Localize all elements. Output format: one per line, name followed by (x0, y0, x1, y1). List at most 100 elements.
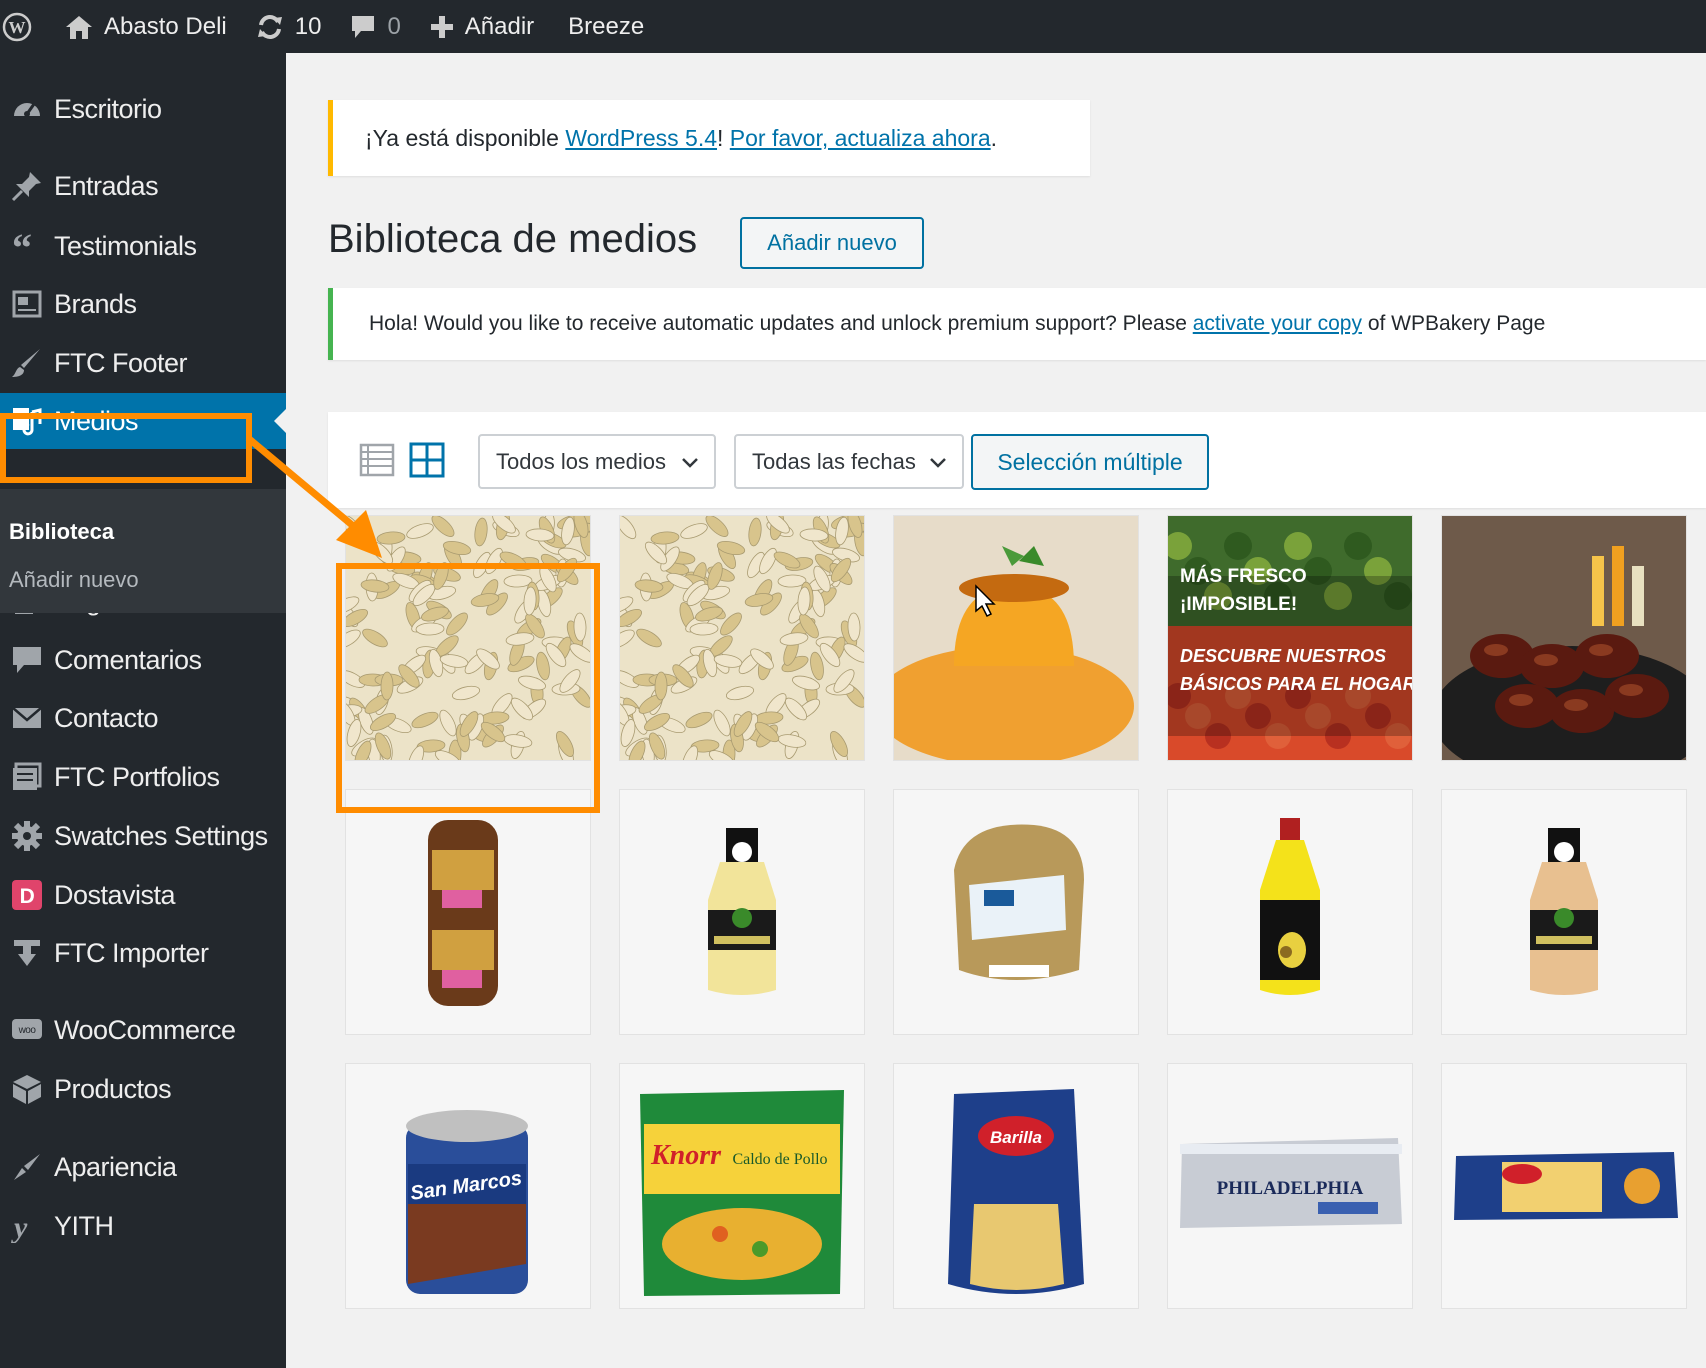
knorr-logo-text: Knorr (650, 1140, 722, 1171)
sidebar-item-label: Productos (54, 1073, 172, 1104)
media-thumbnail-oil-bottle[interactable] (1168, 790, 1412, 1034)
sidebar-item-contacto[interactable]: Contacto (0, 690, 286, 746)
banner-text-line: ¡IMPOSIBLE! (1180, 594, 1297, 615)
sidebar-item-label: Dostavista (54, 879, 176, 910)
wpbakery-notice: Hola! Would you like to receive automati… (328, 288, 1706, 360)
media-icon (0, 404, 54, 438)
grid-view-icon[interactable] (408, 441, 446, 479)
media-thumbnail-barilla-pasta[interactable]: Barilla (894, 1064, 1138, 1308)
wpb-text-prefix: Hola! Would you like to receive automati… (369, 312, 1193, 335)
banner-text-line: MÁS FRESCO (1180, 565, 1307, 587)
woocommerce-icon: woo (0, 1013, 54, 1047)
comments-count: 0 (387, 12, 401, 40)
breeze-link[interactable]: Breeze (548, 0, 658, 53)
activate-copy-link[interactable]: activate your copy (1193, 312, 1362, 336)
page-title: Biblioteca de medios (328, 217, 698, 261)
annotation-arrow-icon (245, 435, 382, 558)
wordpress-version-link[interactable]: WordPress 5.4 (565, 125, 717, 152)
updates-count: 10 (294, 12, 322, 40)
submenu-item-anadir-nuevo[interactable]: Añadir nuevo (9, 567, 139, 593)
chevron-down-icon (682, 458, 698, 468)
banner-text-line: BÁSICOS PARA EL HOGAR (1180, 673, 1412, 694)
svg-text:woo: woo (18, 1025, 37, 1036)
media-type-filter[interactable]: Todos los medios (478, 434, 716, 489)
comments-link[interactable]: 0 (335, 0, 414, 53)
breeze-label: Breeze (568, 12, 645, 40)
wpb-text-suffix: of WPBakery Page (1362, 312, 1546, 335)
media-thumbnail-dressing-bottle-honey[interactable] (1442, 790, 1686, 1034)
comment-icon (352, 15, 375, 38)
sidebar-item-dostavista[interactable]: D Dostavista (0, 867, 286, 923)
update-text-prefix: ¡Ya está disponible (365, 124, 566, 151)
sidebar-item-label: Comentarios (54, 644, 202, 675)
main-content: ¡Ya está disponible WordPress 5.4 ! Por … (286, 53, 1706, 1368)
sidebar-item-label: Entradas (54, 170, 159, 201)
dashboard-icon (0, 92, 54, 126)
dostavista-icon: D (0, 878, 54, 912)
portfolio-icon (0, 760, 54, 794)
sidebar-item-woocommerce[interactable]: woo WooCommerce (0, 1002, 286, 1058)
sidebar-item-productos[interactable]: Productos (0, 1061, 286, 1117)
sidebar-item-label: YITH (54, 1210, 114, 1241)
sidebar-item-entradas[interactable]: Entradas (0, 158, 286, 214)
sidebar-item-label: Testimonials (54, 230, 197, 261)
sidebar-item-apariencia[interactable]: Apariencia (0, 1139, 286, 1195)
mail-icon (0, 701, 54, 735)
barilla-logo-text: Barilla (990, 1128, 1042, 1147)
add-new-label: Añadir (464, 12, 535, 40)
banner-text-line: DESCUBRE NUESTROS (1180, 646, 1386, 666)
sidebar-item-label: WooCommerce (54, 1014, 236, 1045)
gear-icon (0, 819, 54, 853)
sidebar-item-brands[interactable]: Brands (0, 276, 286, 332)
quote-icon: “ (0, 229, 54, 263)
admin-sidebar: Escritorio Entradas “ Testimonials Brands FTC… (0, 53, 286, 1368)
media-type-filter-value: Todos los medios (496, 448, 666, 474)
sidebar-item-label: Medios (54, 405, 139, 436)
sidebar-item-label: Apariencia (54, 1151, 177, 1182)
site-name: Abasto Deli (104, 12, 227, 40)
media-thumbnail-spaghetti-pack[interactable] (1442, 1064, 1686, 1308)
submenu-item-biblioteca[interactable]: Biblioteca (9, 519, 114, 545)
download-icon (0, 936, 54, 970)
appearance-icon (0, 1150, 54, 1184)
sidebar-item-ftc-portfolios[interactable]: FTC Portfolios (0, 749, 286, 805)
sidebar-item-label: Swatches Settings (54, 820, 268, 851)
media-thumbnail-sausage-pack[interactable] (346, 790, 590, 1034)
sidebar-item-yith[interactable]: y YITH (0, 1198, 286, 1254)
media-thumbnail-bbq-wings[interactable] (1442, 516, 1686, 760)
refresh-icon (257, 14, 282, 39)
chevron-down-icon (930, 458, 946, 468)
sidebar-item-label: Brands (54, 288, 137, 319)
sidebar-item-label: Escritorio (54, 93, 162, 124)
bulk-select-button[interactable]: Selección múltiple (971, 434, 1209, 490)
sidebar-item-escritorio[interactable]: Escritorio (0, 81, 286, 137)
wordpress-logo-icon[interactable]: W (0, 0, 44, 53)
date-filter-value: Todas las fechas (752, 448, 916, 474)
sidebar-item-comentarios[interactable]: Comentarios (0, 632, 286, 688)
sidebar-item-testimonials[interactable]: “ Testimonials (0, 218, 286, 274)
sidebar-item-swatches-settings[interactable]: Swatches Settings (0, 808, 286, 864)
svg-text:“: “ (12, 229, 32, 263)
sidebar-item-ftc-importer[interactable]: FTC Importer (0, 925, 286, 981)
yith-icon: y (0, 1209, 54, 1243)
media-thumbnail-beans-can[interactable]: San Marcos (346, 1064, 590, 1308)
media-thumbnail-dressing-bottle-cilantro[interactable] (620, 790, 864, 1034)
updates-link[interactable]: 10 (241, 0, 336, 53)
media-thumbnail-bread-loaf[interactable] (894, 790, 1138, 1034)
date-filter[interactable]: Todas las fechas (734, 434, 964, 489)
update-now-link[interactable]: Por favor, actualiza ahora (730, 125, 991, 152)
sidebar-item-ftc-footer[interactable]: FTC Footer (0, 335, 286, 391)
site-name-link[interactable]: Abasto Deli (44, 0, 241, 53)
brush-icon (0, 346, 54, 380)
media-thumbnail-pasta-salad-2[interactable] (620, 516, 864, 760)
add-new-button[interactable]: Añadir nuevo (740, 217, 924, 269)
media-thumbnail-fresh-produce-banner[interactable]: MÁS FRESCO ¡IMPOSIBLE! DESCUBRE NUESTROS BÁ… (1168, 516, 1412, 760)
philadelphia-logo-text: PHILADELPHIA (1217, 1178, 1364, 1199)
add-new-link[interactable]: Añadir (415, 0, 548, 53)
update-text-suffix: . (990, 124, 998, 151)
brands-icon (0, 287, 54, 321)
media-thumbnail-flan-dessert[interactable] (894, 516, 1138, 760)
media-thumbnail-knorr-broth[interactable]: Knorr Caldo de Pollo (620, 1064, 864, 1308)
box-icon (0, 1072, 54, 1106)
media-thumbnail-philadelphia-cheese[interactable]: PHILADELPHIA (1168, 1064, 1412, 1308)
